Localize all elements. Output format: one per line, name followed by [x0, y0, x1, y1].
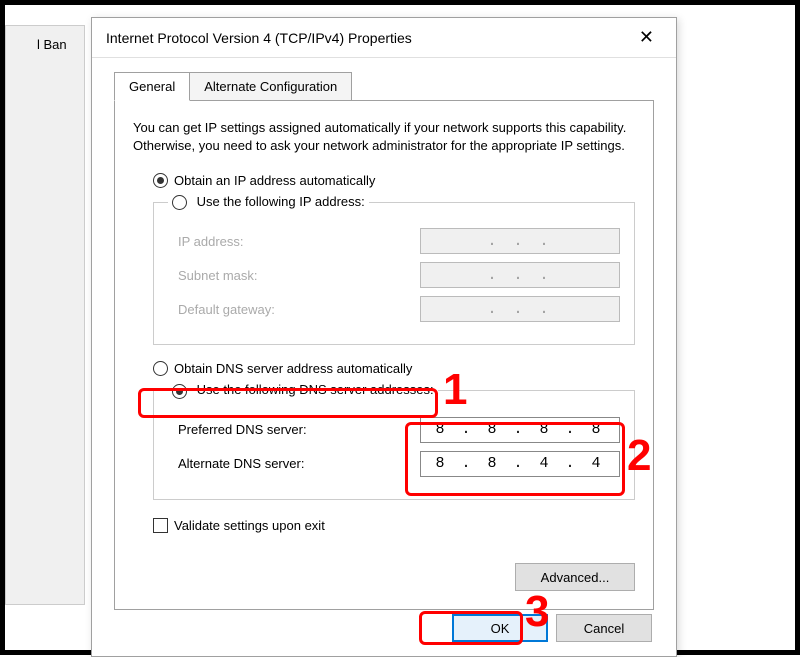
radio-label: Obtain DNS server address automatically	[174, 361, 412, 376]
radio-label: Obtain an IP address automatically	[174, 173, 375, 188]
advanced-button[interactable]: Advanced...	[515, 563, 635, 591]
cancel-button[interactable]: Cancel	[556, 614, 652, 642]
description-text: You can get IP settings assigned automat…	[133, 119, 635, 155]
checkbox-label: Validate settings upon exit	[174, 518, 325, 533]
radio-icon	[172, 195, 187, 210]
dialog-button-row: OK Cancel	[452, 614, 652, 642]
ok-button[interactable]: OK	[452, 614, 548, 642]
subnet-mask-label: Subnet mask:	[178, 268, 258, 283]
radio-label: Use the following DNS server addresses:	[197, 382, 434, 397]
radio-dns-auto[interactable]: Obtain DNS server address automatically	[133, 361, 635, 376]
checkbox-icon	[153, 518, 168, 533]
dialog-title: Internet Protocol Version 4 (TCP/IPv4) P…	[106, 30, 412, 46]
background-label: l Ban	[37, 37, 67, 52]
radio-ip-auto[interactable]: Obtain an IP address automatically	[133, 173, 635, 188]
tab-alternate-configuration[interactable]: Alternate Configuration	[189, 72, 352, 101]
alternate-dns-label: Alternate DNS server:	[178, 456, 304, 471]
tab-content-general: You can get IP settings assigned automat…	[114, 100, 654, 610]
ip-address-input: . . .	[420, 228, 620, 254]
background-window	[5, 25, 85, 605]
radio-dns-manual[interactable]: Use the following DNS server addresses:	[168, 382, 438, 398]
radio-label: Use the following IP address:	[197, 194, 365, 209]
titlebar: Internet Protocol Version 4 (TCP/IPv4) P…	[92, 18, 676, 58]
radio-ip-manual[interactable]: Use the following IP address:	[168, 194, 369, 210]
preferred-dns-label: Preferred DNS server:	[178, 422, 307, 437]
subnet-mask-input: . . .	[420, 262, 620, 288]
alternate-dns-input[interactable]: 8 . 8 . 4 . 4	[420, 451, 620, 477]
radio-icon	[153, 173, 168, 188]
fieldset-ip-manual: Use the following IP address: IP address…	[153, 194, 635, 345]
tab-general[interactable]: General	[114, 72, 190, 101]
default-gateway-input: . . .	[420, 296, 620, 322]
validate-settings-checkbox[interactable]: Validate settings upon exit	[133, 518, 635, 533]
preferred-dns-input[interactable]: 8 . 8 . 8 . 8	[420, 417, 620, 443]
default-gateway-label: Default gateway:	[178, 302, 275, 317]
close-icon[interactable]: ✕	[627, 23, 666, 52]
ip-address-label: IP address:	[178, 234, 244, 249]
fieldset-dns-manual: Use the following DNS server addresses: …	[153, 382, 635, 499]
ipv4-properties-dialog: Internet Protocol Version 4 (TCP/IPv4) P…	[91, 17, 677, 657]
radio-icon	[153, 361, 168, 376]
radio-icon	[172, 384, 187, 399]
tab-strip: General Alternate Configuration	[114, 72, 676, 101]
